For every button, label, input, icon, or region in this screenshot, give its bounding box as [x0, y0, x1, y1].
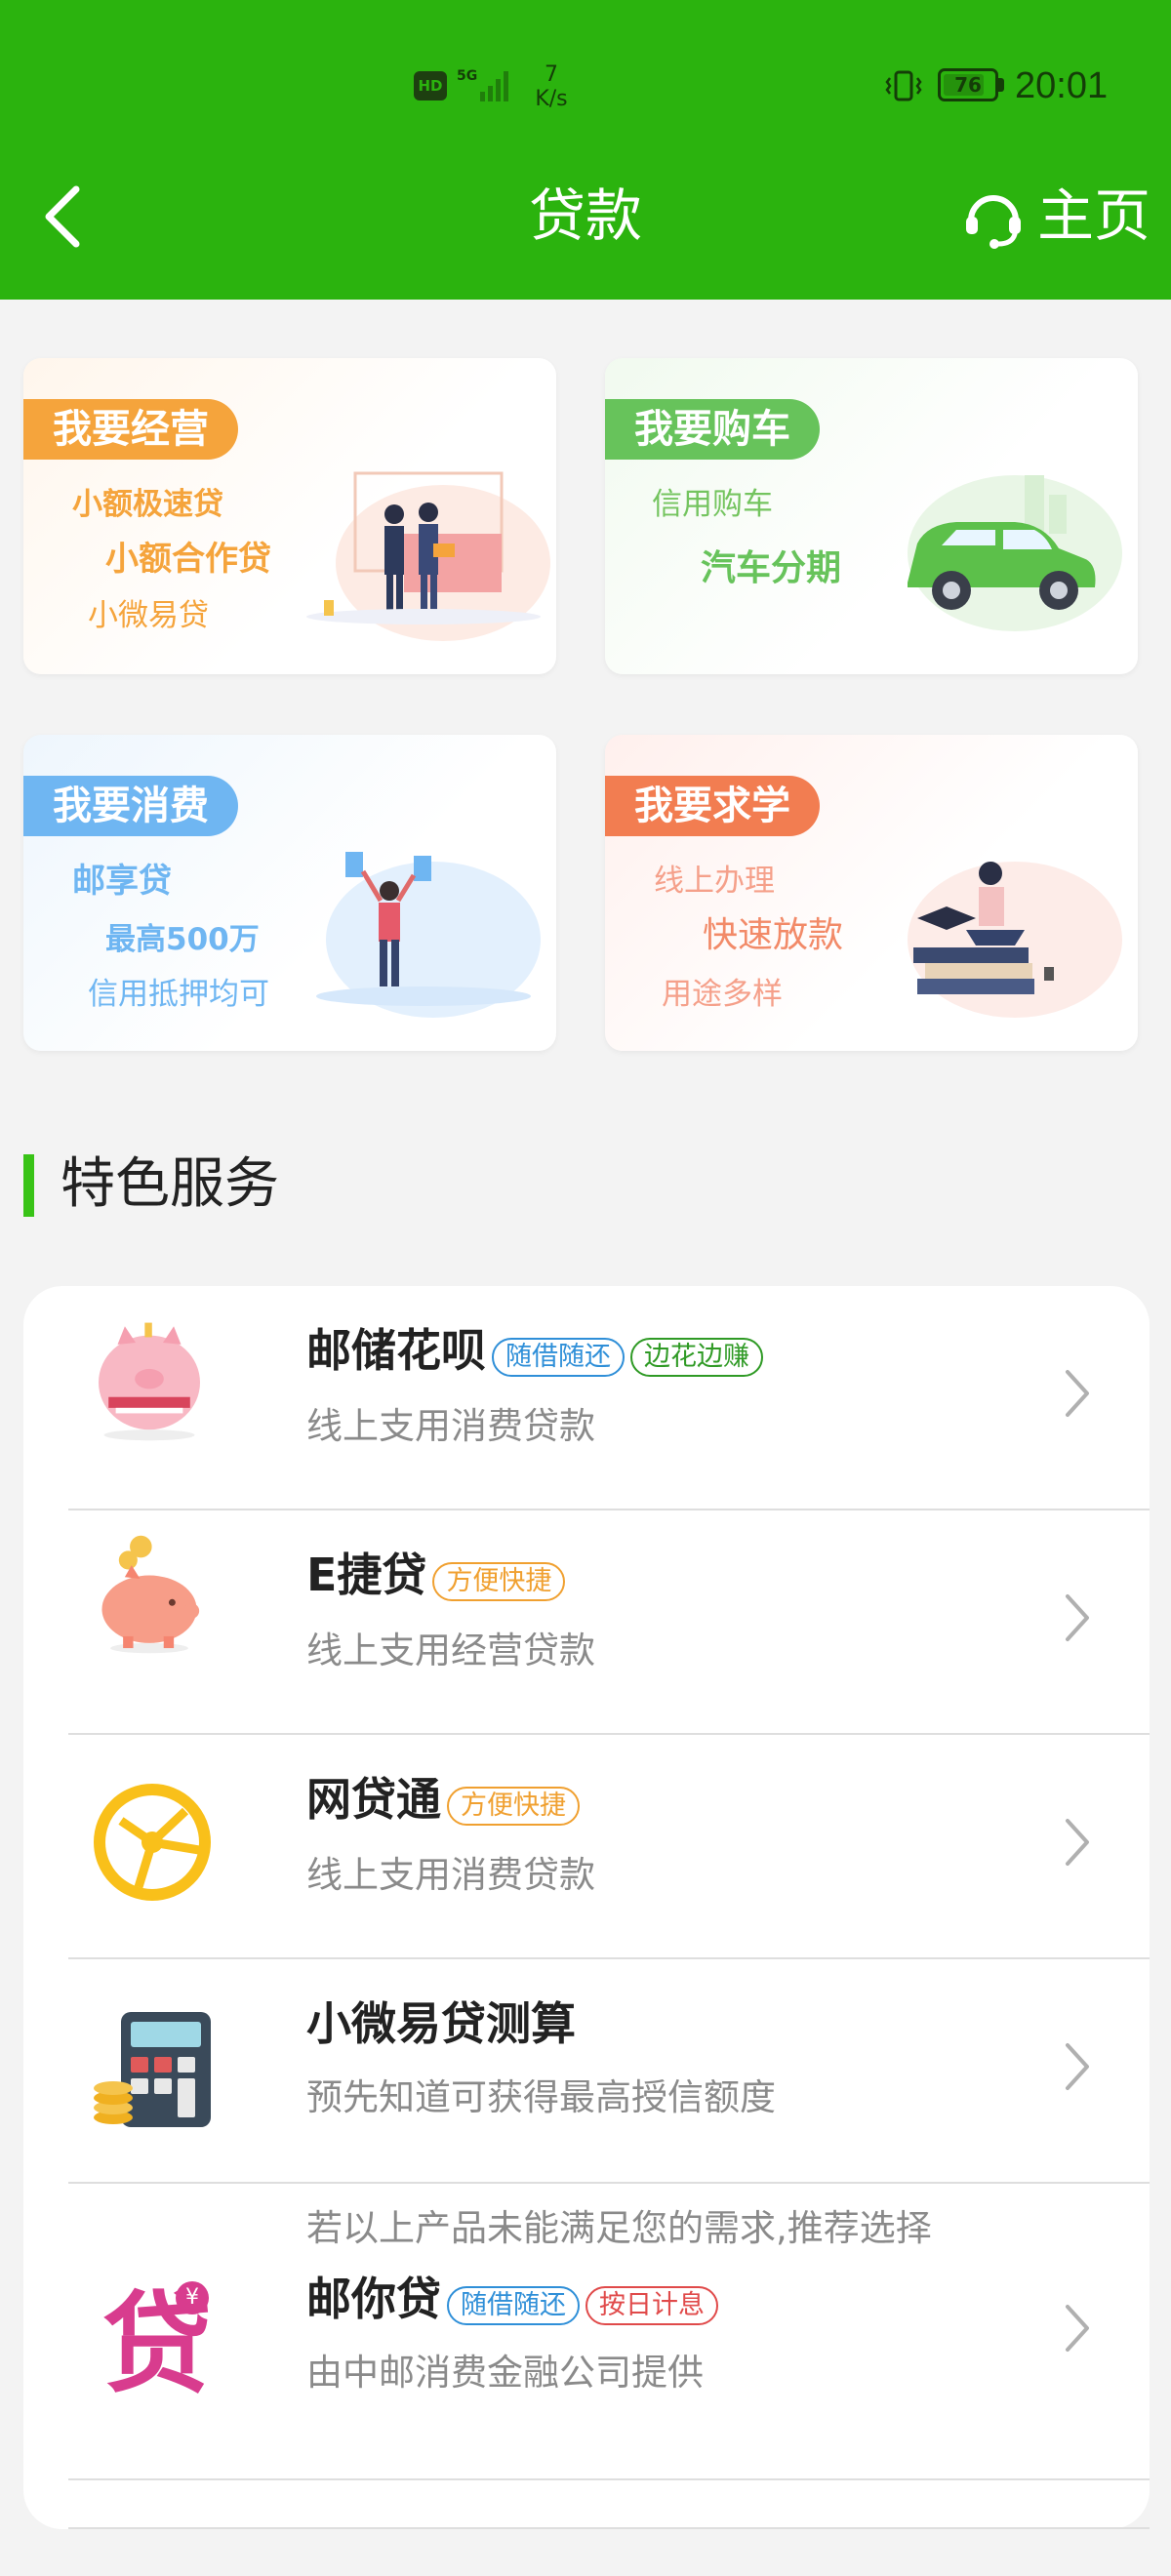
network-speed: 7 K/s — [532, 62, 571, 111]
chevron-right-icon — [1066, 2043, 1089, 2090]
tag-badge: 方便快捷 — [432, 1562, 566, 1601]
piggy-bank-coins-icon — [101, 1535, 200, 1654]
calculator-icon — [94, 2012, 211, 2127]
list-item-youchu-huabei[interactable]: 邮储花呗 随借随还 边花边赚 线上支用消费贷款 — [23, 1286, 1150, 1510]
list-item-wang-dai-tong[interactable]: 网贷通 方便快捷 线上支用消费贷款 — [23, 1735, 1150, 1959]
chevron-right-icon — [1066, 1370, 1089, 1417]
service-desc: 线上支用经营贷款 — [306, 1630, 595, 1671]
handshake-illustration — [306, 471, 550, 641]
category-line: 信用购车 — [652, 487, 773, 522]
service-name: E捷贷 方便快捷 — [306, 1546, 566, 1608]
category-line: 小额合作贷 — [105, 540, 271, 579]
battery-percent: 76 — [954, 73, 982, 97]
category-line: 汽车分期 — [701, 548, 842, 588]
category-line: 小微易贷 — [88, 598, 209, 633]
hd-indicator: HD — [414, 71, 447, 101]
service-desc: 预先知道可获得最高授信额度 — [306, 2076, 776, 2118]
dai-logo-icon: 贷 ¥ — [94, 2281, 221, 2408]
shopping-illustration — [316, 852, 541, 1018]
service-name-text: E捷贷 — [306, 1549, 427, 1601]
category-line: 最高500万 — [105, 922, 260, 957]
chevron-right-icon — [1066, 1819, 1089, 1866]
category-line: 用途多样 — [662, 977, 783, 1012]
section-title: 特色服务 — [61, 1152, 279, 1216]
list-item-e-jie-dai[interactable]: E捷贷 方便快捷 线上支用经营贷款 — [23, 1510, 1150, 1735]
chevron-right-icon — [1066, 2305, 1089, 2352]
service-name: 小微易贷测算 — [306, 1994, 576, 2053]
service-name: 邮储花呗 随借随还 边花边赚 — [306, 1321, 763, 1384]
section-accent-bar — [23, 1154, 34, 1217]
service-name: 邮你贷 随借随还 按日计息 — [306, 2270, 718, 2332]
service-name-text: 小微易贷测算 — [306, 1997, 576, 2050]
category-badge: 我要经营 — [23, 399, 238, 460]
category-badge: 我要消费 — [23, 776, 238, 836]
battery-tip — [998, 78, 1004, 92]
app-header: HD 5G 7 K/s 76 20:01 贷款 主页 — [0, 0, 1171, 300]
service-name-text: 邮你贷 — [306, 2273, 441, 2325]
chevron-right-icon — [1066, 1594, 1089, 1641]
category-line: 信用抵押均可 — [88, 977, 269, 1012]
service-name-text: 网贷通 — [306, 1773, 441, 1826]
battery-icon: 76 — [938, 68, 998, 101]
home-button[interactable]: 主页 — [961, 181, 1171, 250]
list-item-loan-calculator[interactable]: 小微易贷测算 预先知道可获得最高授信额度 — [23, 1959, 1150, 2184]
service-list: 邮储花呗 随借随还 边花边赚 线上支用消费贷款 E捷贷 方便快捷 线上支用经营贷款 — [23, 1286, 1150, 2529]
recommend-text: 若以上产品未能满足您的需求,推荐选择 — [306, 2207, 932, 2249]
category-card-car[interactable]: 我要购车 信用购车 汽车分期 — [605, 358, 1138, 674]
signal-icon: 5G — [457, 68, 508, 101]
row-divider — [68, 2478, 1150, 2480]
category-badge: 我要求学 — [605, 776, 820, 836]
status-bar: HD 5G 7 K/s 76 20:01 — [0, 49, 1171, 127]
category-card-education[interactable]: 我要求学 线上办理 快速放款 用途多样 — [605, 735, 1138, 1051]
row-divider — [68, 2527, 1150, 2529]
service-name-text: 邮储花呗 — [306, 1324, 486, 1377]
headset-icon — [966, 195, 1021, 249]
home-label: 主页 — [1037, 182, 1151, 249]
globe-network-icon — [94, 1784, 211, 1901]
tag-badge: 随借随还 — [492, 1338, 625, 1377]
tag-badge: 边花边赚 — [630, 1338, 763, 1377]
category-card-business[interactable]: 我要经营 小额极速贷 小额合作贷 小微易贷 — [23, 358, 556, 674]
category-line: 线上办理 — [654, 864, 775, 899]
net-type-label: 5G — [457, 68, 477, 84]
piggy-bank-pink-icon — [99, 1322, 200, 1441]
category-line: 小额极速贷 — [72, 487, 223, 522]
service-desc: 由中邮消费金融公司提供 — [306, 2352, 704, 2394]
vibrate-icon — [885, 70, 922, 101]
tag-badge: 方便快捷 — [447, 1787, 580, 1826]
category-line: 快速放款 — [703, 915, 844, 955]
study-illustration — [908, 862, 1122, 1018]
service-desc: 线上支用消费贷款 — [306, 1854, 595, 1896]
car-illustration — [908, 475, 1122, 631]
category-badge: 我要购车 — [605, 399, 820, 460]
category-card-consumption[interactable]: 我要消费 邮享贷 最高500万 信用抵押均可 — [23, 735, 556, 1051]
service-name: 网贷通 方便快捷 — [306, 1770, 580, 1832]
tag-badge: 按日计息 — [586, 2286, 718, 2325]
clock: 20:01 — [1015, 65, 1109, 106]
speed-value: 7 — [545, 62, 558, 87]
service-desc: 线上支用消费贷款 — [306, 1405, 595, 1447]
speed-unit: K/s — [535, 87, 568, 111]
category-line: 邮享贷 — [72, 862, 172, 901]
list-item-you-ni-dai[interactable]: 贷 ¥ 若以上产品未能满足您的需求,推荐选择 邮你贷 随借随还 按日计息 由中邮消费… — [23, 2184, 1150, 2482]
yen-badge: ¥ — [176, 2281, 209, 2314]
tag-badge: 随借随还 — [447, 2286, 580, 2325]
